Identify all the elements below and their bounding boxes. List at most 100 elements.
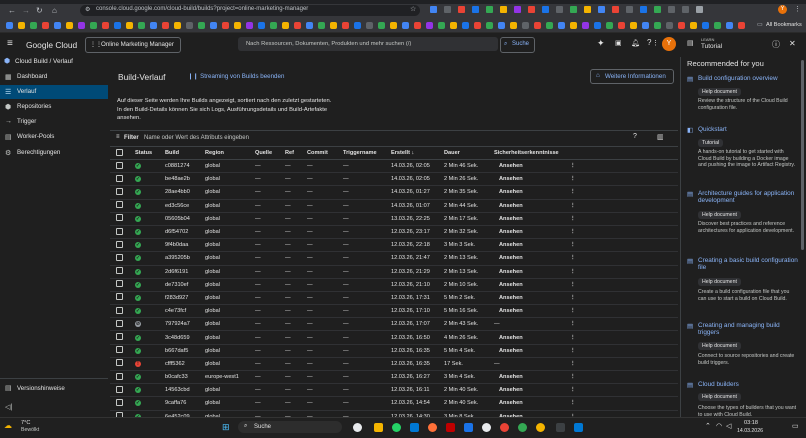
row-actions-icon[interactable]: ⋮ [570, 330, 678, 345]
google-cloud-logo[interactable]: Google Cloud [26, 40, 77, 50]
table-row[interactable]: ✓ f283d927 global — — — —12.03.26, 17:31 5 Min … [110, 291, 678, 306]
card-4-title[interactable]: Creating and managing build triggers [698, 322, 798, 336]
build-id-link[interactable]: b0cafc33 [165, 370, 205, 385]
card-2-title[interactable]: Architecture guides for application deve… [698, 190, 798, 204]
collapse-sidebar-icon[interactable]: ◁| [5, 403, 12, 411]
weather-temp[interactable]: 7°C [21, 420, 30, 426]
chrome-profile-5-icon[interactable] [536, 423, 545, 432]
close-panel-icon[interactable]: ✕ [789, 39, 796, 48]
stop-streaming-button[interactable]: ❙❙ Streaming von Builds beenden [188, 73, 284, 80]
chrome-profile-4-icon[interactable] [518, 423, 527, 432]
security-insights-link[interactable]: Ansehen [494, 370, 570, 385]
col-region[interactable]: Region [205, 147, 255, 160]
windows-start-icon[interactable]: ⊞ [222, 422, 230, 433]
security-insights-link[interactable]: Ansehen [494, 344, 570, 358]
build-id-link[interactable]: 05605b04 [165, 212, 205, 226]
table-row[interactable]: ✓ 28ae4bb0 global — — — —14.03.26, 01:27 2 Min … [110, 185, 678, 200]
whatsapp-icon[interactable] [392, 423, 401, 432]
table-row[interactable]: ✓ c0881274 global — — — —14.03.26, 02:05 2 Min … [110, 159, 678, 174]
security-insights-link[interactable]: Ansehen [494, 238, 570, 253]
row-checkbox[interactable] [110, 159, 135, 174]
column-display-icon[interactable]: ▥ [657, 133, 664, 141]
build-id-link[interactable]: 3c48d659 [165, 330, 205, 345]
table-row[interactable]: ✓ ed3c56ce global — — — —14.03.26, 01:07 2 Min … [110, 199, 678, 213]
app-icon-red[interactable] [446, 423, 455, 432]
col-ref[interactable]: Ref [285, 147, 307, 160]
tutorial-tab[interactable]: Tutorial [701, 43, 722, 50]
chrome-profile-3-icon[interactable] [500, 423, 509, 432]
sidebar-item-dashboard[interactable]: ▦ Dashboard [0, 70, 108, 84]
app-icon-blue-2[interactable] [574, 423, 583, 432]
firefox-icon[interactable] [428, 423, 437, 432]
build-id-link[interactable]: 28ae4bb0 [165, 185, 205, 200]
help-circle-icon[interactable]: ? [633, 133, 637, 140]
volume-icon[interactable]: ◁ [726, 422, 731, 430]
clock-time[interactable]: 03:18 [744, 420, 758, 426]
build-id-link[interactable]: 2d6f6191 [165, 265, 205, 279]
build-id-link[interactable]: c4e73fcf [165, 304, 205, 319]
row-checkbox[interactable] [110, 291, 135, 306]
col-status[interactable]: Status [135, 147, 165, 160]
row-actions-icon[interactable]: ⋮ [570, 212, 678, 226]
project-picker[interactable]: ⋮⋮ Online Marketing Manager [85, 37, 181, 53]
card-3-title[interactable]: Creating a basic build configuration fil… [698, 257, 798, 271]
col-duration[interactable]: Dauer [444, 147, 494, 160]
main-menu-icon[interactable]: ≡ [7, 38, 13, 49]
build-id-link[interactable]: ed3c56ce [165, 199, 205, 213]
row-actions-icon[interactable]: ⋮ [570, 370, 678, 385]
security-insights-link[interactable]: Ansehen [494, 330, 570, 345]
col-source[interactable]: Quelle [255, 147, 285, 160]
panel-scrollbar[interactable] [801, 60, 804, 250]
build-id-link[interactable]: 797924a7 [165, 317, 205, 332]
table-row[interactable]: ✓ de7310ef global — — — —12.03.26, 21:10 2 Min … [110, 278, 678, 292]
row-actions-icon[interactable]: ⋮ [570, 304, 678, 319]
security-insights-link[interactable]: Ansehen [494, 185, 570, 200]
table-row[interactable]: ✓ a395205b global — — — —12.03.26, 21:47 2 Min … [110, 251, 678, 266]
col-commit[interactable]: Commit [307, 147, 343, 160]
table-row[interactable]: ✓ 14563cbd global — — — —12.03.26, 16:11 2 Min … [110, 383, 678, 398]
table-row[interactable]: ✓ be48ae2b global — — — —14.03.26, 02:05 2 Min … [110, 172, 678, 187]
select-all-checkbox[interactable] [110, 147, 135, 160]
col-trigger[interactable]: Triggername [343, 147, 391, 160]
col-security[interactable]: Sicherheitserkenntnisse [494, 147, 570, 160]
table-row[interactable]: ! cfff5362 global — — — —12.03.26, 16:35 17 Sek… [110, 357, 678, 372]
security-insights-link[interactable]: Ansehen [494, 225, 570, 240]
build-id-link[interactable]: c0881274 [165, 159, 205, 174]
help-icon[interactable]: ? [647, 38, 651, 47]
card-5-title[interactable]: Cloud builders [698, 381, 739, 388]
cloud-shell-icon[interactable]: ▣ [615, 39, 622, 47]
row-checkbox[interactable] [110, 265, 135, 279]
table-row[interactable]: ✓ d6f54702 global — — — —12.03.26, 23:17 2 Min … [110, 225, 678, 240]
table-row[interactable]: ✓ 3c48d659 global — — — —12.03.26, 16:50 4 Min … [110, 330, 678, 345]
app-icon-blue[interactable] [464, 423, 473, 432]
row-checkbox[interactable] [110, 212, 135, 226]
security-insights-link[interactable]: Ansehen [494, 278, 570, 292]
row-checkbox[interactable] [110, 357, 135, 372]
sidebar-item-berechtigungen[interactable]: ⚙ Berechtigungen [0, 146, 108, 160]
app-icon-dark[interactable] [556, 423, 565, 432]
sidebar-item-verlauf[interactable]: ☰ Verlauf [0, 85, 108, 99]
table-row[interactable]: ✓ c4e73fcf global — — — —12.03.26, 17:10 5 Min … [110, 304, 678, 319]
security-insights-link[interactable]: Ansehen [494, 396, 570, 411]
security-insights-link[interactable]: Ansehen [494, 159, 570, 174]
row-checkbox[interactable] [110, 238, 135, 253]
row-checkbox[interactable] [110, 383, 135, 398]
build-id-link[interactable]: 9f4b0daa [165, 238, 205, 253]
card-0-title[interactable]: Build configuration overview [698, 75, 778, 82]
browser-profile-avatar[interactable]: Y [778, 5, 787, 14]
build-id-link[interactable]: 14563cbd [165, 383, 205, 398]
notifications-icon[interactable]: 🔔︎ [631, 39, 640, 47]
row-checkbox[interactable] [110, 304, 135, 319]
security-insights-link[interactable]: Ansehen [494, 212, 570, 226]
more-icon[interactable]: ⋮ [652, 39, 659, 47]
wifi-icon[interactable]: ◠ [716, 422, 722, 430]
row-checkbox[interactable] [110, 185, 135, 200]
row-checkbox[interactable] [110, 172, 135, 187]
row-checkbox[interactable] [110, 278, 135, 292]
search-input[interactable]: Nach Ressourcen, Dokumenten, Produkten u… [246, 41, 411, 47]
security-insights-link[interactable]: Ansehen [494, 383, 570, 398]
row-checkbox[interactable] [110, 396, 135, 411]
build-id-link[interactable]: cfff5362 [165, 357, 205, 372]
row-actions-icon[interactable]: ⋮ [570, 251, 678, 266]
notification-center-icon[interactable]: ▭ [792, 422, 799, 430]
